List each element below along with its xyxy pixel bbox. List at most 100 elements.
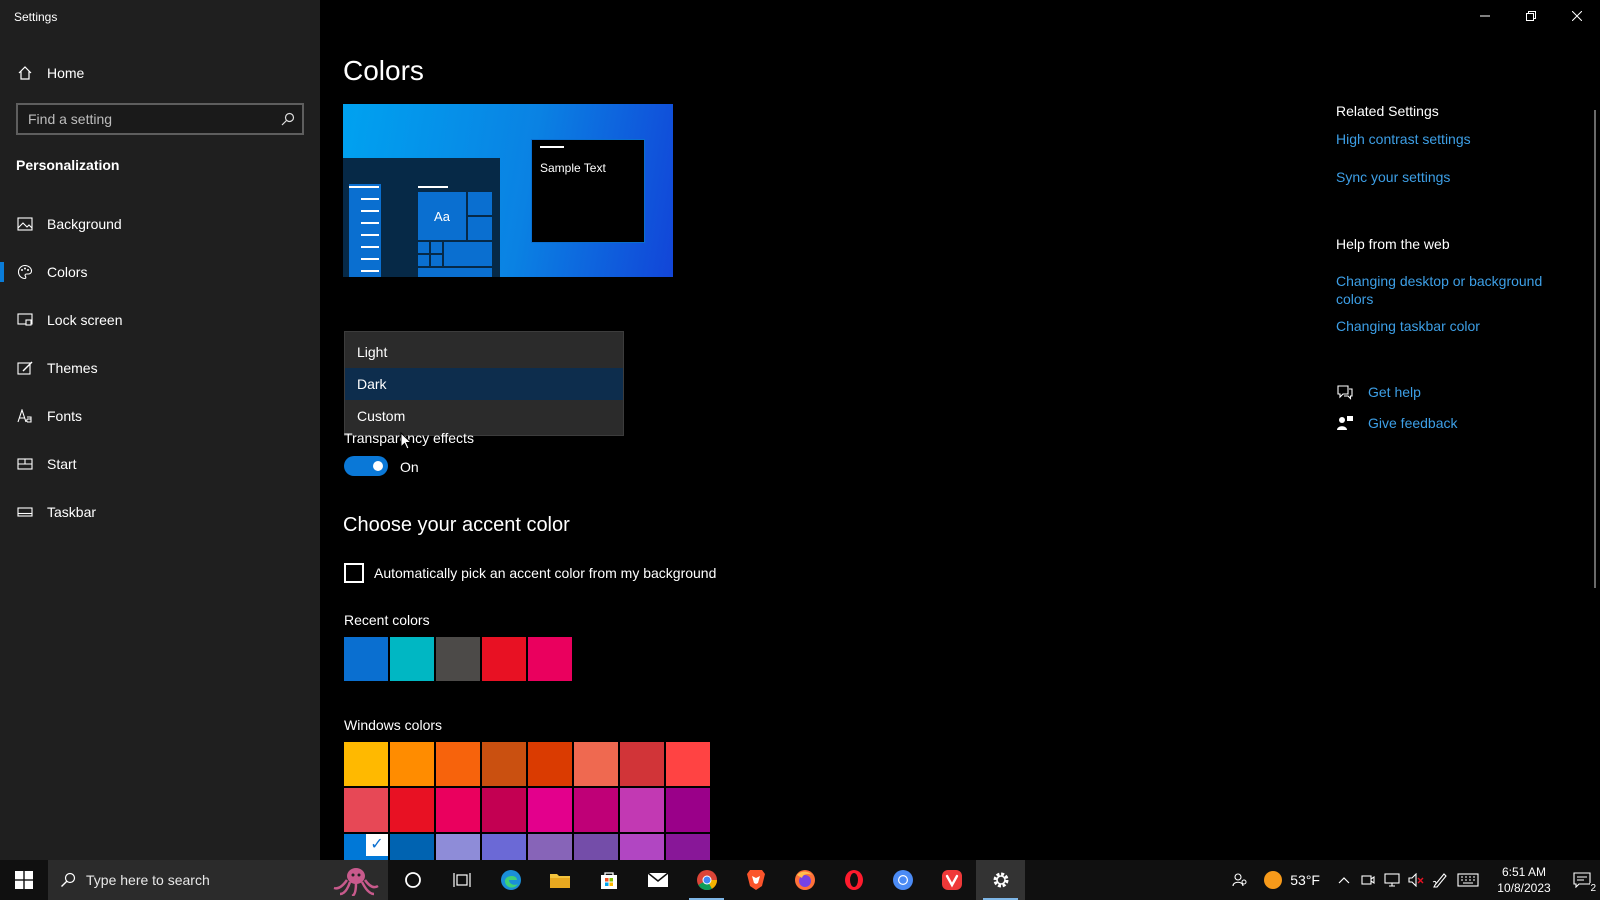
start-menu-icon — [16, 455, 34, 473]
preview-window: Sample Text — [531, 139, 645, 243]
windows-color-swatch[interactable] — [574, 788, 618, 832]
windows-color-swatch[interactable] — [436, 788, 480, 832]
sun-icon — [1264, 871, 1283, 889]
meet-now-button[interactable] — [1356, 860, 1380, 900]
windows-color-swatch[interactable] — [620, 788, 664, 832]
task-view-button[interactable] — [437, 860, 486, 900]
dropdown-option-light[interactable]: Light — [345, 336, 623, 368]
auto-pick-checkbox[interactable] — [344, 563, 364, 583]
taskbar-search-placeholder: Type here to search — [86, 872, 210, 888]
people-button[interactable] — [1228, 860, 1252, 900]
dropdown-option-dark[interactable]: Dark — [345, 368, 623, 400]
settings-search-box[interactable] — [16, 103, 304, 135]
recent-color-swatch[interactable] — [344, 637, 388, 681]
sidebar-item-background[interactable]: Background — [0, 200, 320, 248]
get-help-link[interactable]: Get help — [1336, 383, 1421, 401]
chrome-app[interactable] — [682, 860, 731, 900]
restore-button[interactable] — [1508, 0, 1554, 32]
sync-settings-link[interactable]: Sync your settings — [1336, 168, 1576, 186]
vivaldi-app[interactable] — [927, 860, 976, 900]
changing-desktop-colors-link[interactable]: Changing desktop or background colors — [1336, 272, 1576, 308]
recent-color-swatch[interactable] — [528, 637, 572, 681]
windows-color-swatch[interactable] — [620, 742, 664, 786]
volume-button[interactable] — [1404, 860, 1428, 900]
page-title: Colors — [343, 55, 424, 86]
edge-app[interactable] — [486, 860, 535, 900]
transparency-toggle[interactable] — [344, 456, 388, 476]
cortana-icon — [404, 872, 421, 888]
windows-color-swatch[interactable] — [666, 742, 710, 786]
touch-keyboard-button[interactable] — [1452, 860, 1484, 900]
windows-color-swatch[interactable] — [528, 788, 572, 832]
windows-color-swatch[interactable] — [574, 742, 618, 786]
sidebar-item-themes[interactable]: Themes — [0, 344, 320, 392]
chrome-icon — [696, 870, 717, 891]
minimize-button[interactable] — [1462, 0, 1508, 32]
app-mode-dropdown[interactable]: Light Dark Custom — [344, 331, 624, 436]
sidebar-item-lock-screen[interactable]: Lock screen — [0, 296, 320, 344]
scrollbar[interactable] — [1594, 110, 1596, 588]
windows-color-swatch[interactable] — [436, 834, 480, 860]
brave-app[interactable] — [731, 860, 780, 900]
home-link[interactable]: Home — [16, 62, 84, 84]
system-tray: 53°F 6:51 AM 10/8/2023 2 — [1228, 860, 1600, 900]
firefox-app[interactable] — [780, 860, 829, 900]
windows-color-swatch[interactable] — [620, 834, 664, 860]
windows-color-swatch[interactable] — [482, 742, 526, 786]
pen-workspace-button[interactable] — [1428, 860, 1452, 900]
taskbar-search-box[interactable]: Type here to search — [48, 860, 388, 900]
show-hidden-icons-button[interactable] — [1332, 860, 1356, 900]
sidebar-item-label: Background — [47, 216, 122, 232]
network-icon — [1384, 873, 1400, 887]
high-contrast-link[interactable]: High contrast settings — [1336, 130, 1576, 148]
section-title: Personalization — [16, 157, 120, 173]
sidebar-item-fonts[interactable]: Fonts — [0, 392, 320, 440]
clock[interactable]: 6:51 AM 10/8/2023 — [1484, 864, 1564, 896]
windows-color-swatch[interactable] — [436, 742, 480, 786]
windows-color-swatch[interactable] — [390, 834, 434, 860]
windows-color-swatch[interactable] — [344, 834, 388, 860]
mail-icon — [647, 872, 668, 887]
auto-pick-accent[interactable]: Automatically pick an accent color from … — [344, 563, 716, 583]
opera-icon — [844, 870, 863, 890]
dropdown-option-custom[interactable]: Custom — [345, 400, 623, 432]
sidebar-item-label: Lock screen — [47, 312, 123, 328]
settings-app[interactable] — [976, 860, 1025, 900]
task-view-icon — [452, 873, 471, 887]
related-settings-heading: Related Settings — [1336, 103, 1439, 119]
cortana-button[interactable] — [388, 860, 437, 900]
feedback-icon — [1336, 414, 1354, 432]
windows-color-swatch[interactable] — [482, 834, 526, 860]
file-explorer-app[interactable] — [535, 860, 584, 900]
give-feedback-link[interactable]: Give feedback — [1336, 414, 1458, 432]
changing-taskbar-color-link[interactable]: Changing taskbar color — [1336, 317, 1576, 335]
windows-color-swatch[interactable] — [390, 788, 434, 832]
chromium-icon — [892, 870, 913, 890]
windows-color-swatch[interactable] — [528, 834, 572, 860]
close-button[interactable] — [1554, 0, 1600, 32]
windows-color-swatch[interactable] — [574, 834, 618, 860]
recent-color-swatch[interactable] — [482, 637, 526, 681]
mail-app[interactable] — [633, 860, 682, 900]
sidebar-item-colors[interactable]: Colors — [0, 248, 320, 296]
sidebar-item-taskbar[interactable]: Taskbar — [0, 488, 320, 536]
settings-search-input[interactable] — [28, 111, 274, 127]
action-center-button[interactable]: 2 — [1564, 860, 1600, 900]
opera-app[interactable] — [829, 860, 878, 900]
windows-color-swatch[interactable] — [390, 742, 434, 786]
store-app[interactable] — [584, 860, 633, 900]
chromium-app[interactable] — [878, 860, 927, 900]
recent-color-swatch[interactable] — [436, 637, 480, 681]
windows-color-swatch[interactable] — [482, 788, 526, 832]
search-icon[interactable] — [274, 105, 302, 133]
windows-color-swatch[interactable] — [666, 788, 710, 832]
windows-color-swatch[interactable] — [344, 742, 388, 786]
start-button[interactable] — [0, 860, 48, 900]
windows-color-swatch[interactable] — [528, 742, 572, 786]
network-button[interactable] — [1380, 860, 1404, 900]
sidebar-item-start[interactable]: Start — [0, 440, 320, 488]
recent-color-swatch[interactable] — [390, 637, 434, 681]
windows-color-swatch[interactable] — [666, 834, 710, 860]
weather-widget[interactable]: 53°F — [1264, 871, 1320, 889]
windows-color-swatch[interactable] — [344, 788, 388, 832]
